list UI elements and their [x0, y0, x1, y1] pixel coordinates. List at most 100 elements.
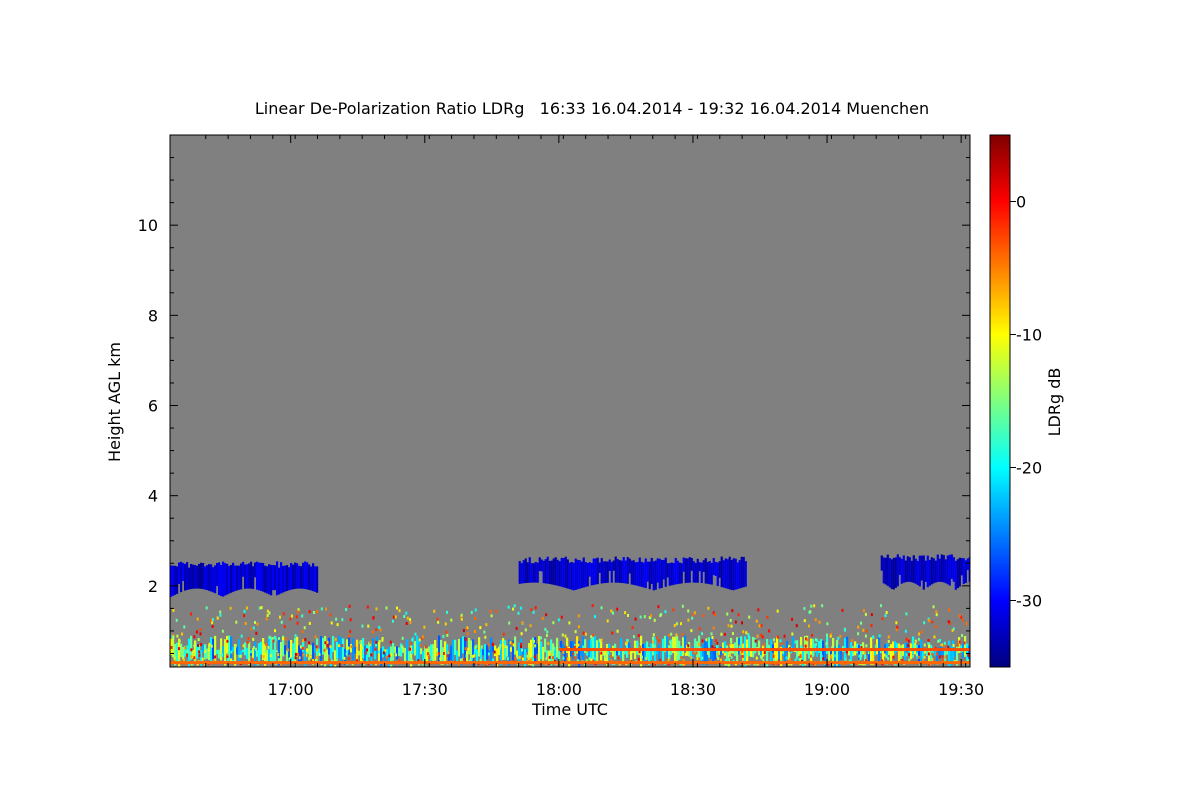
data-cell [591, 637, 594, 641]
data-cell [366, 652, 369, 656]
data-cell [692, 561, 695, 583]
data-cell [240, 634, 243, 638]
data-cell [839, 634, 842, 638]
data-cell [211, 621, 214, 625]
data-cell [907, 639, 910, 643]
data-cell [221, 629, 224, 633]
data-cell [779, 639, 782, 643]
data-cell [326, 640, 329, 644]
data-cell [370, 653, 373, 657]
data-cell [789, 658, 792, 662]
data-cell [582, 631, 585, 635]
data-cell [443, 651, 446, 655]
data-cell [758, 640, 761, 656]
data-cell [966, 643, 969, 662]
data-cell [546, 650, 549, 659]
data-cell [829, 634, 832, 638]
data-cell [208, 564, 211, 591]
data-cell [385, 606, 388, 610]
data-cell [372, 638, 375, 652]
data-cell [284, 565, 287, 592]
data-cell [910, 560, 913, 583]
data-cell [730, 559, 733, 590]
data-cell [446, 633, 449, 637]
data-cell [914, 639, 917, 643]
data-cell [309, 655, 312, 659]
data-cell [896, 625, 899, 629]
data-cell [668, 563, 671, 586]
data-cell [540, 641, 543, 660]
data-cell [907, 644, 910, 648]
data-cell [947, 620, 950, 624]
data-cell [325, 607, 328, 611]
data-cell [680, 622, 683, 626]
data-cell [637, 657, 640, 661]
data-cell [606, 619, 609, 623]
data-cell [337, 644, 340, 648]
data-cell [378, 650, 381, 654]
data-cell [630, 649, 633, 661]
data-cell [920, 630, 923, 634]
data-cell [852, 646, 855, 657]
data-cell [773, 638, 776, 642]
data-cell [580, 561, 583, 589]
data-cell [190, 648, 193, 652]
data-cell [409, 618, 412, 622]
data-cell [545, 657, 548, 661]
data-cell [487, 652, 490, 656]
data-cell [230, 658, 233, 662]
data-cell [308, 621, 311, 625]
data-cell [349, 618, 352, 622]
data-cell [570, 561, 573, 590]
data-cell [538, 557, 541, 572]
data-cell [868, 649, 871, 664]
data-cell [527, 647, 530, 651]
data-cell [306, 653, 309, 657]
data-cell [398, 647, 401, 656]
data-cell [526, 562, 529, 583]
data-cell [864, 654, 867, 658]
data-cell [556, 559, 559, 586]
data-cell [274, 649, 277, 653]
data-cell [545, 634, 548, 638]
data-cell [594, 657, 597, 661]
data-cell [705, 638, 708, 642]
data-cell [631, 626, 634, 630]
data-cell [905, 653, 908, 657]
data-cell [280, 562, 283, 594]
data-cell [634, 562, 637, 586]
data-cell [806, 638, 809, 642]
data-cell [222, 561, 225, 597]
data-cell [210, 644, 213, 648]
data-cell [922, 555, 925, 590]
data-cell [262, 655, 265, 659]
data-cell [584, 561, 587, 587]
data-cell [867, 651, 870, 655]
y-tick-label: 10 [138, 216, 158, 235]
data-cell [390, 653, 393, 657]
data-cell [723, 632, 726, 636]
data-cell [470, 657, 473, 661]
data-cell [367, 624, 370, 628]
data-cell [556, 637, 559, 658]
data-cell [389, 640, 392, 644]
data-cell [308, 564, 311, 590]
data-cell [306, 562, 309, 590]
data-cell [463, 658, 466, 662]
data-cell [584, 632, 587, 636]
data-cell [521, 621, 524, 625]
data-cell [923, 643, 926, 647]
data-cell [917, 655, 920, 659]
data-cell [612, 645, 615, 657]
data-cell [484, 635, 487, 639]
colorbar-tick-label: -20 [1016, 459, 1042, 478]
data-cell [695, 651, 698, 655]
data-cell [316, 648, 319, 652]
data-cell [547, 642, 550, 646]
data-cell [308, 610, 311, 614]
data-cell [658, 558, 661, 589]
data-cell [410, 641, 413, 645]
data-cell [530, 563, 533, 583]
data-cell [302, 562, 305, 589]
data-cell [588, 562, 591, 577]
